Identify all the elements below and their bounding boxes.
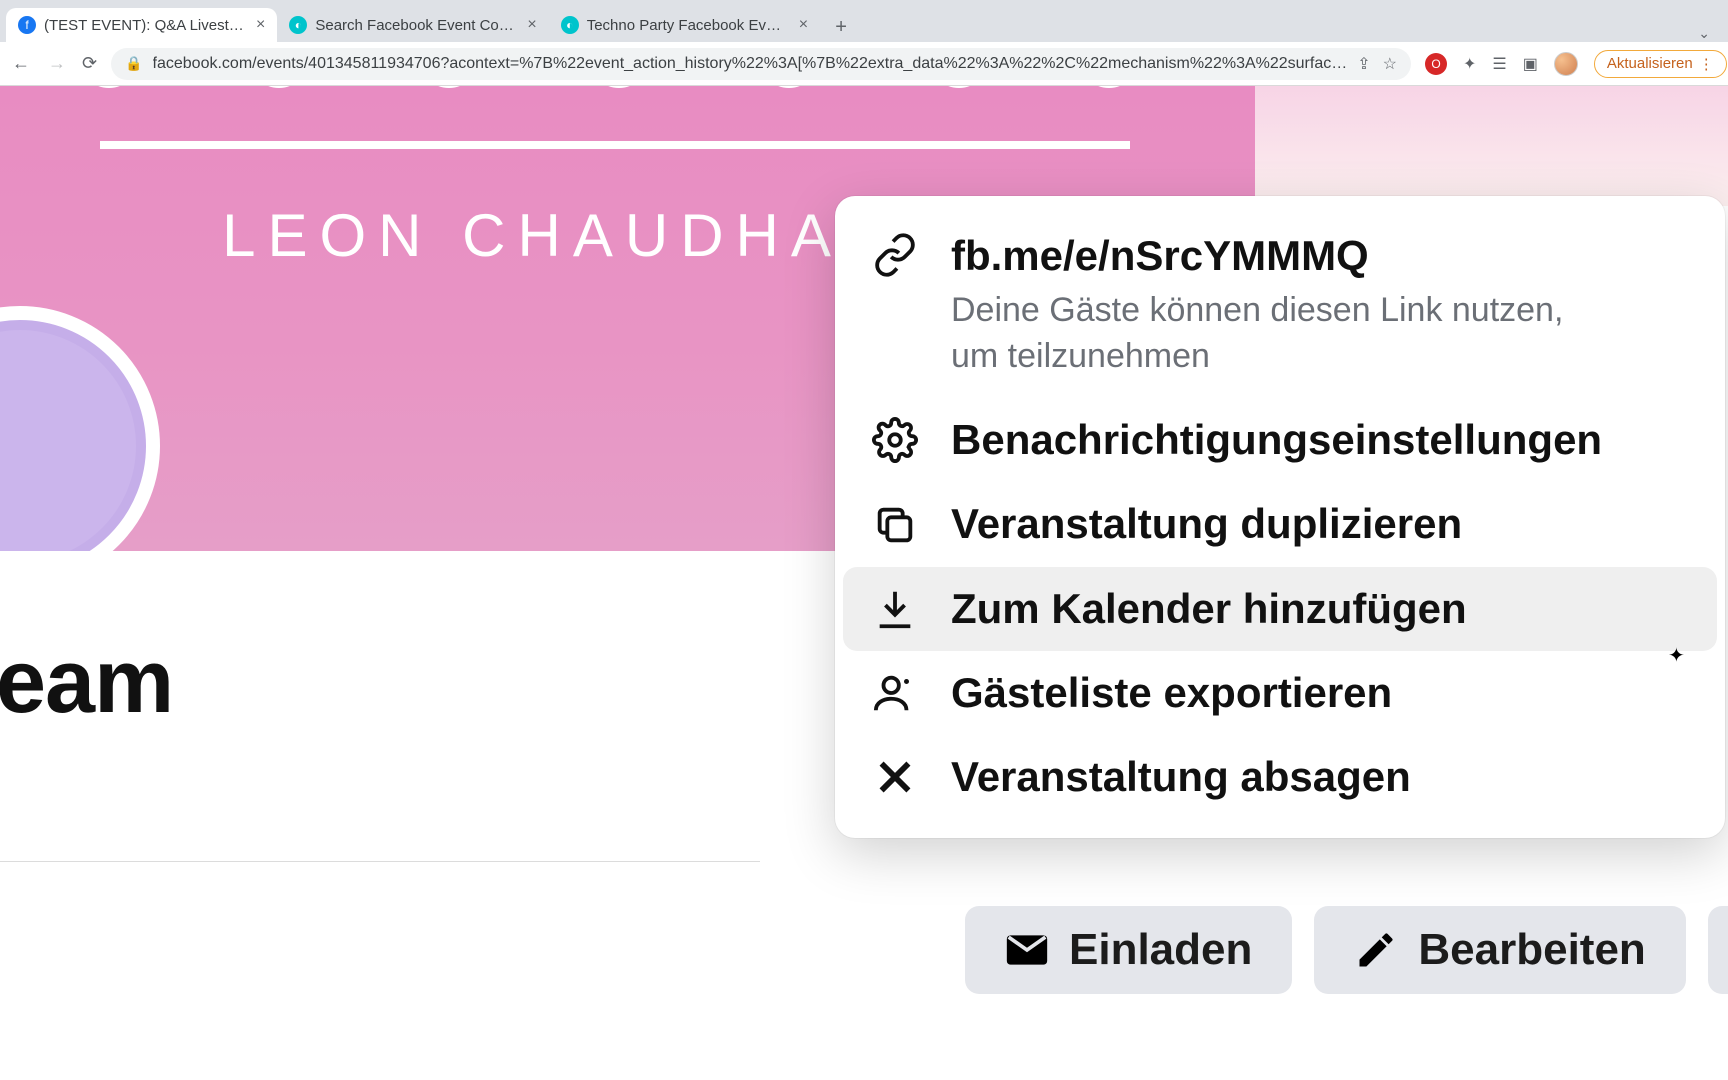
back-button[interactable]: ←: [10, 53, 32, 74]
close-icon[interactable]: ×: [799, 16, 808, 34]
share-icon[interactable]: ⇪: [1357, 54, 1370, 74]
pencil-icon: [1354, 928, 1398, 972]
download-icon: [871, 586, 919, 632]
notifications-label: Benachrichtigungseinstellungen: [951, 416, 1689, 464]
close-icon[interactable]: ×: [256, 16, 265, 34]
lock-icon: 🔒: [125, 55, 142, 72]
user-export-icon: [871, 670, 919, 716]
kebab-icon: ⋮: [1699, 55, 1714, 73]
extensions-icon[interactable]: ✦: [1463, 54, 1476, 74]
canva-icon: ◐: [289, 16, 307, 34]
hero-decoration: [80, 86, 1175, 136]
facebook-icon: f: [18, 16, 36, 34]
tab-title: Search Facebook Event Cover: [315, 17, 515, 34]
tab-title: (TEST EVENT): Q&A Livestream: [44, 17, 244, 34]
action-buttons: Einladen Bearbeiten: [965, 906, 1728, 994]
copy-icon: [871, 502, 919, 548]
calendar-label: Zum Kalender hinzufügen: [951, 585, 1689, 633]
menu-item-duplicate[interactable]: Veranstaltung duplizieren: [843, 482, 1717, 566]
tab-active[interactable]: f (TEST EVENT): Q&A Livestream ×: [6, 8, 277, 42]
invite-label: Einladen: [1069, 925, 1252, 975]
gear-icon: [871, 417, 919, 463]
cancel-event-label: Veranstaltung absagen: [951, 753, 1689, 801]
event-options-popover: fb.me/e/nSrcYMMMQ Deine Gäste können die…: [835, 196, 1725, 838]
mail-icon: [1005, 928, 1049, 972]
tab-background[interactable]: ◐ Search Facebook Event Cover ×: [277, 8, 548, 42]
share-link-subtitle: Deine Gäste können diesen Link nutzen, u…: [951, 288, 1611, 380]
edit-button[interactable]: Bearbeiten: [1314, 906, 1685, 994]
url-text: facebook.com/events/401345811934706?acon…: [153, 55, 1348, 73]
reading-list-icon[interactable]: ☰: [1492, 54, 1506, 74]
update-label: Aktualisieren: [1607, 55, 1693, 72]
divider: [0, 861, 760, 862]
close-icon[interactable]: ×: [527, 16, 536, 34]
avatar[interactable]: [1554, 52, 1578, 76]
page-content: LEON CHAUDHA eam Einladen Bearbeiten: [0, 86, 1728, 1080]
menu-item-share-link[interactable]: fb.me/e/nSrcYMMMQ Deine Gäste können die…: [843, 214, 1717, 398]
close-icon: [871, 754, 919, 800]
forward-button[interactable]: →: [46, 53, 68, 74]
reload-button[interactable]: ⟳: [82, 53, 97, 74]
link-icon: [871, 232, 919, 278]
hero-avatar-frame: [0, 306, 160, 586]
star-icon[interactable]: ☆: [1383, 54, 1397, 74]
menu-item-export-guests[interactable]: Gästeliste exportieren: [843, 651, 1717, 735]
menu-item-cancel-event[interactable]: Veranstaltung absagen: [843, 735, 1717, 819]
hero-divider: [100, 141, 1130, 149]
edit-label: Bearbeiten: [1418, 925, 1645, 975]
invite-button[interactable]: Einladen: [965, 906, 1292, 994]
menu-item-add-calendar[interactable]: Zum Kalender hinzufügen: [843, 567, 1717, 651]
update-button[interactable]: Aktualisieren ⋮: [1594, 50, 1727, 78]
tab-background[interactable]: ◐ Techno Party Facebook Event ×: [549, 8, 820, 42]
extensions-area: O ✦ ☰ ▣ Aktualisieren ⋮: [1425, 50, 1727, 78]
tabstrip: f (TEST EVENT): Q&A Livestream × ◐ Searc…: [0, 0, 1728, 42]
tab-title: Techno Party Facebook Event: [587, 17, 787, 34]
event-title: eam: [0, 631, 173, 734]
extension-icon[interactable]: O: [1425, 53, 1447, 75]
more-button[interactable]: [1708, 906, 1728, 994]
sidepanel-icon[interactable]: ▣: [1523, 54, 1538, 74]
share-link-text: fb.me/e/nSrcYMMMQ: [951, 232, 1689, 280]
toolbar: ← → ⟳ 🔒 facebook.com/events/401345811934…: [0, 42, 1728, 86]
chevron-down-icon[interactable]: ⌄: [1698, 25, 1710, 42]
duplicate-label: Veranstaltung duplizieren: [951, 500, 1689, 548]
export-guests-label: Gästeliste exportieren: [951, 669, 1689, 717]
address-bar[interactable]: 🔒 facebook.com/events/401345811934706?ac…: [111, 48, 1411, 80]
menu-item-notifications[interactable]: Benachrichtigungseinstellungen: [843, 398, 1717, 482]
cover-gradient-edge: [1255, 86, 1728, 206]
canva-icon: ◐: [561, 16, 579, 34]
new-tab-button[interactable]: +: [826, 12, 856, 42]
